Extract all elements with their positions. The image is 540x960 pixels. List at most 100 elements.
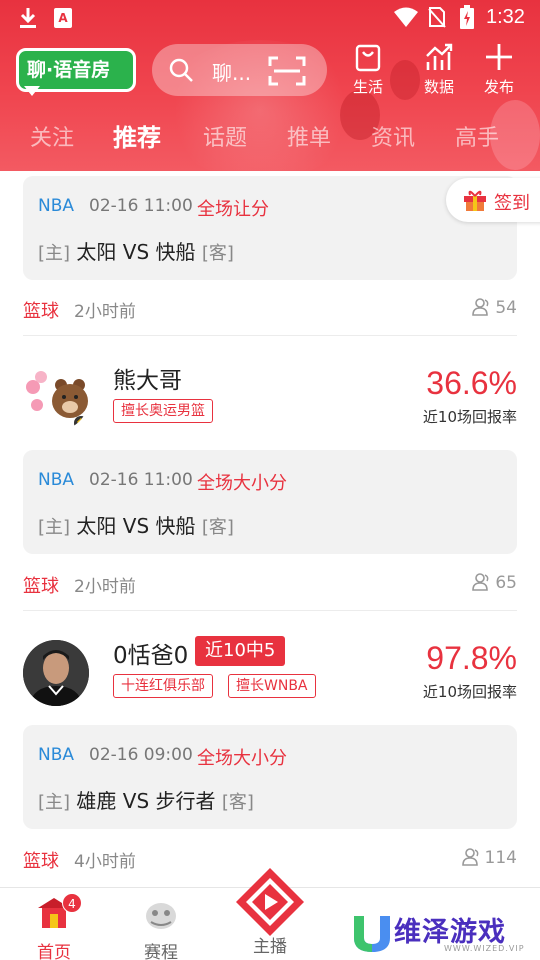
sport-category: 篮球: [23, 301, 59, 322]
scan-icon[interactable]: [268, 56, 306, 86]
teams-text: 雄鹿 VS 步行者: [76, 789, 216, 813]
bet-type: 全场大小分: [197, 473, 287, 494]
match-time: 02-16 11:00: [89, 470, 193, 490]
match-card[interactable]: NBA 02-16 11:00 全场大小分 [主] 太阳 VS 快船 [客]: [23, 450, 517, 554]
post-time: 2小时前: [74, 302, 136, 322]
gift-icon: [464, 190, 486, 211]
search-icon: [169, 58, 193, 82]
return-rate-label: 近10场回报率: [422, 683, 517, 701]
recommend-feed[interactable]: NBA 02-16 11:00 全场让分 [主] 太阳 VS 快船 [客] 篮球…: [0, 171, 540, 887]
match-teams: [主] 雄鹿 VS 步行者 [客]: [38, 785, 254, 814]
view-count: 65: [471, 572, 517, 593]
away-tag: [客]: [201, 517, 234, 538]
watermark: 维泽游戏 WWW.WIZED.VIP: [352, 910, 532, 956]
divider: [23, 610, 517, 611]
notification-badge: 4: [62, 893, 82, 913]
chart-icon: [426, 43, 453, 70]
player-avatar-icon: [23, 640, 89, 706]
tab-recommend[interactable]: 推荐: [113, 118, 161, 153]
match-time: 02-16 11:00: [89, 196, 193, 216]
signin-label: 签到: [494, 193, 530, 214]
lion-dance-icon: [146, 903, 176, 929]
match-teams: [主] 太阳 VS 快船 [客]: [38, 236, 234, 265]
view-count-value: 114: [484, 848, 517, 868]
return-rate-label: 近10场回报率: [422, 408, 517, 426]
return-rate: 97.8%: [426, 640, 517, 676]
data-button-label: 数据: [423, 78, 454, 96]
post-time: 2小时前: [74, 577, 136, 597]
league-label: NBA: [38, 745, 75, 765]
viewers-icon: [472, 573, 489, 591]
post-time: 4小时前: [74, 852, 136, 872]
tab-experts[interactable]: 高手: [455, 120, 499, 152]
live-play-icon: [236, 868, 304, 936]
nav-live[interactable]: [234, 866, 306, 938]
life-button[interactable]: 生活: [343, 42, 393, 100]
home-tag: [主]: [38, 517, 71, 538]
status-bar: A 1:32: [0, 0, 540, 36]
sport-category: 篮球: [23, 851, 59, 872]
divider: [23, 335, 517, 336]
author-tag: 十连红俱乐部: [113, 674, 213, 698]
bet-type: 全场让分: [197, 199, 269, 220]
home-tag: [主]: [38, 792, 71, 813]
return-rate: 36.6%: [426, 365, 517, 401]
clock: 1:32: [486, 6, 525, 28]
bear-avatar-icon: [26, 371, 88, 430]
author-name[interactable]: 熊大哥: [113, 361, 182, 395]
away-tag: [客]: [201, 243, 234, 264]
view-count-value: 65: [495, 573, 517, 593]
signin-button[interactable]: 签到: [446, 178, 540, 222]
publish-button[interactable]: 发布: [474, 42, 524, 100]
match-card[interactable]: NBA 02-16 09:00 全场大小分 [主] 雄鹿 VS 步行者 [客]: [23, 725, 517, 829]
app-header: A 1:32 聊·语音房 聊... 生活 数据 发布 关注 推荐 话题 推单 资…: [0, 0, 540, 171]
search-placeholder: 聊...: [212, 61, 252, 85]
viewers-icon: [472, 298, 489, 316]
author-row[interactable]: 0恬爸0 近10中5 十连红俱乐部 擅长WNBA 97.8% 近10场回报率: [0, 636, 540, 716]
view-count-value: 54: [495, 298, 517, 318]
publish-button-label: 发布: [483, 78, 514, 96]
tab-follow[interactable]: 关注: [30, 120, 74, 152]
nav-home-label: 首页: [37, 943, 71, 960]
nav-schedule[interactable]: 赛程: [131, 896, 191, 960]
category-tabs: 关注 推荐 话题 推单 资讯 高手: [0, 120, 540, 156]
author-tag: 擅长WNBA: [228, 674, 316, 698]
teams-text: 太阳 VS 快船: [76, 514, 196, 538]
watermark-url: WWW.WIZED.VIP: [444, 944, 525, 953]
author-row[interactable]: 熊大哥 擅长奥运男篮 36.6% 近10场回报率: [0, 361, 540, 441]
no-sim-icon: [428, 7, 446, 28]
wifi-icon: [394, 7, 418, 27]
league-label: NBA: [38, 470, 75, 490]
author-name[interactable]: 0恬爸0: [113, 636, 188, 670]
life-button-label: 生活: [352, 78, 383, 96]
post-meta: 篮球 2小时前 54: [23, 295, 517, 325]
bet-type: 全场大小分: [197, 748, 287, 769]
match-card[interactable]: NBA 02-16 11:00 全场让分 [主] 太阳 VS 快船 [客]: [23, 176, 517, 280]
nav-live-label: 主播: [253, 937, 287, 957]
search-bar[interactable]: 聊...: [152, 44, 327, 96]
post-meta: 篮球 2小时前 65: [23, 570, 517, 600]
tab-picks[interactable]: 推单: [287, 120, 331, 152]
away-tag: [客]: [221, 792, 254, 813]
plus-icon: [486, 44, 512, 70]
league-label: NBA: [38, 196, 75, 216]
download-icon: [20, 8, 36, 28]
sport-category: 篮球: [23, 576, 59, 597]
teams-text: 太阳 VS 快船: [76, 240, 196, 264]
watermark-logo-icon: [354, 916, 390, 952]
tab-news[interactable]: 资讯: [371, 120, 415, 152]
data-button[interactable]: 数据: [414, 42, 464, 100]
battery-icon: [460, 5, 474, 29]
hit-rate-badge: 近10中5: [195, 636, 286, 666]
tab-topics[interactable]: 话题: [203, 120, 247, 152]
nav-schedule-label: 赛程: [144, 943, 178, 960]
view-count: 114: [461, 847, 517, 868]
viewers-icon: [461, 848, 478, 866]
logo-bubble-tail: [24, 86, 40, 96]
author-tag: 擅长奥运男篮: [113, 399, 213, 423]
match-time: 02-16 09:00: [89, 745, 193, 765]
bag-icon: [355, 44, 381, 72]
avatar[interactable]: [23, 640, 89, 706]
avatar[interactable]: [23, 365, 89, 431]
view-count: 54: [471, 297, 517, 318]
